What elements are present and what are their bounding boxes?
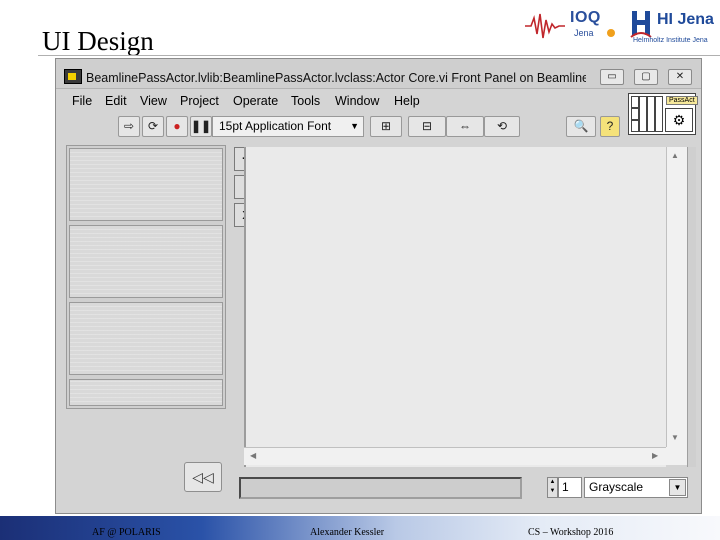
subpanel-slot[interactable] — [69, 225, 223, 298]
pause-icon[interactable]: ❚❚ — [190, 116, 212, 137]
resize-objects-icon[interactable]: ⇔ — [446, 116, 484, 137]
ioq-logo-subtext: Jena — [574, 28, 594, 38]
panel-edge-scrollbar[interactable] — [687, 147, 696, 467]
menu-bar: File Edit View Project Operate Tools Win… — [62, 91, 622, 111]
connector-terminal[interactable] — [647, 96, 655, 132]
footer-center: Alexander Kessler — [310, 527, 385, 538]
hi-jena-mark-icon — [630, 11, 652, 38]
chevron-down-icon[interactable]: ▼ — [669, 479, 686, 496]
menu-operate[interactable]: Operate — [233, 94, 278, 108]
connector-terminal[interactable] — [631, 96, 639, 108]
palette-select[interactable]: Grayscale ▼ — [584, 477, 688, 498]
connector-terminal[interactable] — [631, 120, 639, 132]
font-selector[interactable]: 15pt Application Font ▼ — [212, 116, 364, 137]
vertical-scrollbar[interactable]: ▲ ▼ — [666, 147, 687, 449]
menu-edit[interactable]: Edit — [105, 94, 127, 108]
distribute-objects-icon[interactable]: ⊟ — [408, 116, 446, 137]
window-titlebar[interactable]: BeamlinePassActor.lvlib:BeamlinePassActo… — [56, 59, 701, 89]
close-button[interactable]: ✕ — [668, 69, 692, 85]
palette-select-value: Grayscale — [589, 480, 644, 494]
menu-help[interactable]: Help — [394, 94, 420, 108]
front-panel-canvas[interactable] — [244, 147, 666, 467]
menu-project[interactable]: Project — [180, 94, 219, 108]
horizontal-scrollbar[interactable]: ◀ ▶ — [244, 447, 666, 465]
toolbar: ⇨ ⟳ ● ❚❚ 15pt Application Font ▼ ⊞ ⊟ ⇔ ⟲… — [62, 113, 622, 139]
search-icon[interactable]: 🔍 — [566, 116, 596, 137]
menu-tools[interactable]: Tools — [291, 94, 320, 108]
title-divider — [38, 55, 720, 56]
scroll-right-icon[interactable]: ▶ — [652, 451, 658, 460]
zoom-spinner[interactable]: ▲ ▼ — [547, 477, 558, 498]
spin-up-icon[interactable]: ▲ — [550, 479, 556, 485]
labview-app-icon — [64, 69, 82, 84]
hi-jena-logo-text: HI Jena — [657, 11, 714, 28]
run-arrow-icon[interactable]: ⇨ — [118, 116, 140, 137]
slide-title: UI Design — [42, 26, 154, 56]
connector-terminal[interactable] — [655, 96, 663, 132]
connector-terminal[interactable] — [639, 96, 647, 132]
subpanel-slot[interactable] — [69, 148, 223, 221]
scrollbar-corner — [666, 447, 687, 465]
labview-front-panel-window: BeamlinePassActor.lvlib:BeamlinePassActo… — [55, 58, 702, 514]
vi-icon-label: PassAct — [666, 96, 698, 105]
abort-execution-icon[interactable]: ● — [166, 116, 188, 137]
align-objects-icon[interactable]: ⊞ — [370, 116, 402, 137]
chevron-down-icon: ▼ — [350, 121, 359, 131]
maximize-button[interactable]: ▢ — [634, 69, 658, 85]
font-selector-label: 15pt Application Font — [219, 119, 332, 133]
scroll-left-icon[interactable]: ◀ — [250, 451, 256, 460]
window-title: BeamlinePassActor.lvlib:BeamlinePassActo… — [86, 71, 586, 85]
menu-view[interactable]: View — [140, 94, 167, 108]
scroll-down-icon[interactable]: ▼ — [671, 433, 679, 442]
spin-down-icon[interactable]: ▼ — [550, 488, 556, 494]
menu-file[interactable]: File — [72, 94, 92, 108]
context-help-icon[interactable]: ? — [600, 116, 620, 137]
subpanel-slot[interactable] — [69, 379, 223, 406]
ioq-logo-text: IOQ — [570, 9, 601, 26]
subpanel-slot[interactable] — [69, 302, 223, 375]
status-field — [239, 477, 522, 499]
hi-jena-logo-subtext: Helmholtz Institute Jena — [633, 37, 708, 44]
run-continuously-icon[interactable]: ⟳ — [142, 116, 164, 137]
gear-icon: ⚙ — [665, 108, 693, 132]
slide-footer: AF @ POLARIS Alexander Kessler CS – Work… — [0, 516, 720, 540]
connector-terminal[interactable] — [631, 108, 639, 120]
minimize-button[interactable]: ▭ — [600, 69, 624, 85]
scroll-up-icon[interactable]: ▲ — [671, 151, 679, 160]
zoom-value-field[interactable]: 1 — [558, 477, 582, 498]
menu-window[interactable]: Window — [335, 94, 379, 108]
navigate-back-button[interactable]: ◁◁ — [184, 462, 222, 492]
footer-left: AF @ POLARIS — [92, 527, 161, 538]
footer-right: CS – Workshop 2016 — [528, 527, 614, 538]
subpanel-list — [66, 145, 226, 409]
reorder-icon[interactable]: ⟲ — [484, 116, 520, 137]
